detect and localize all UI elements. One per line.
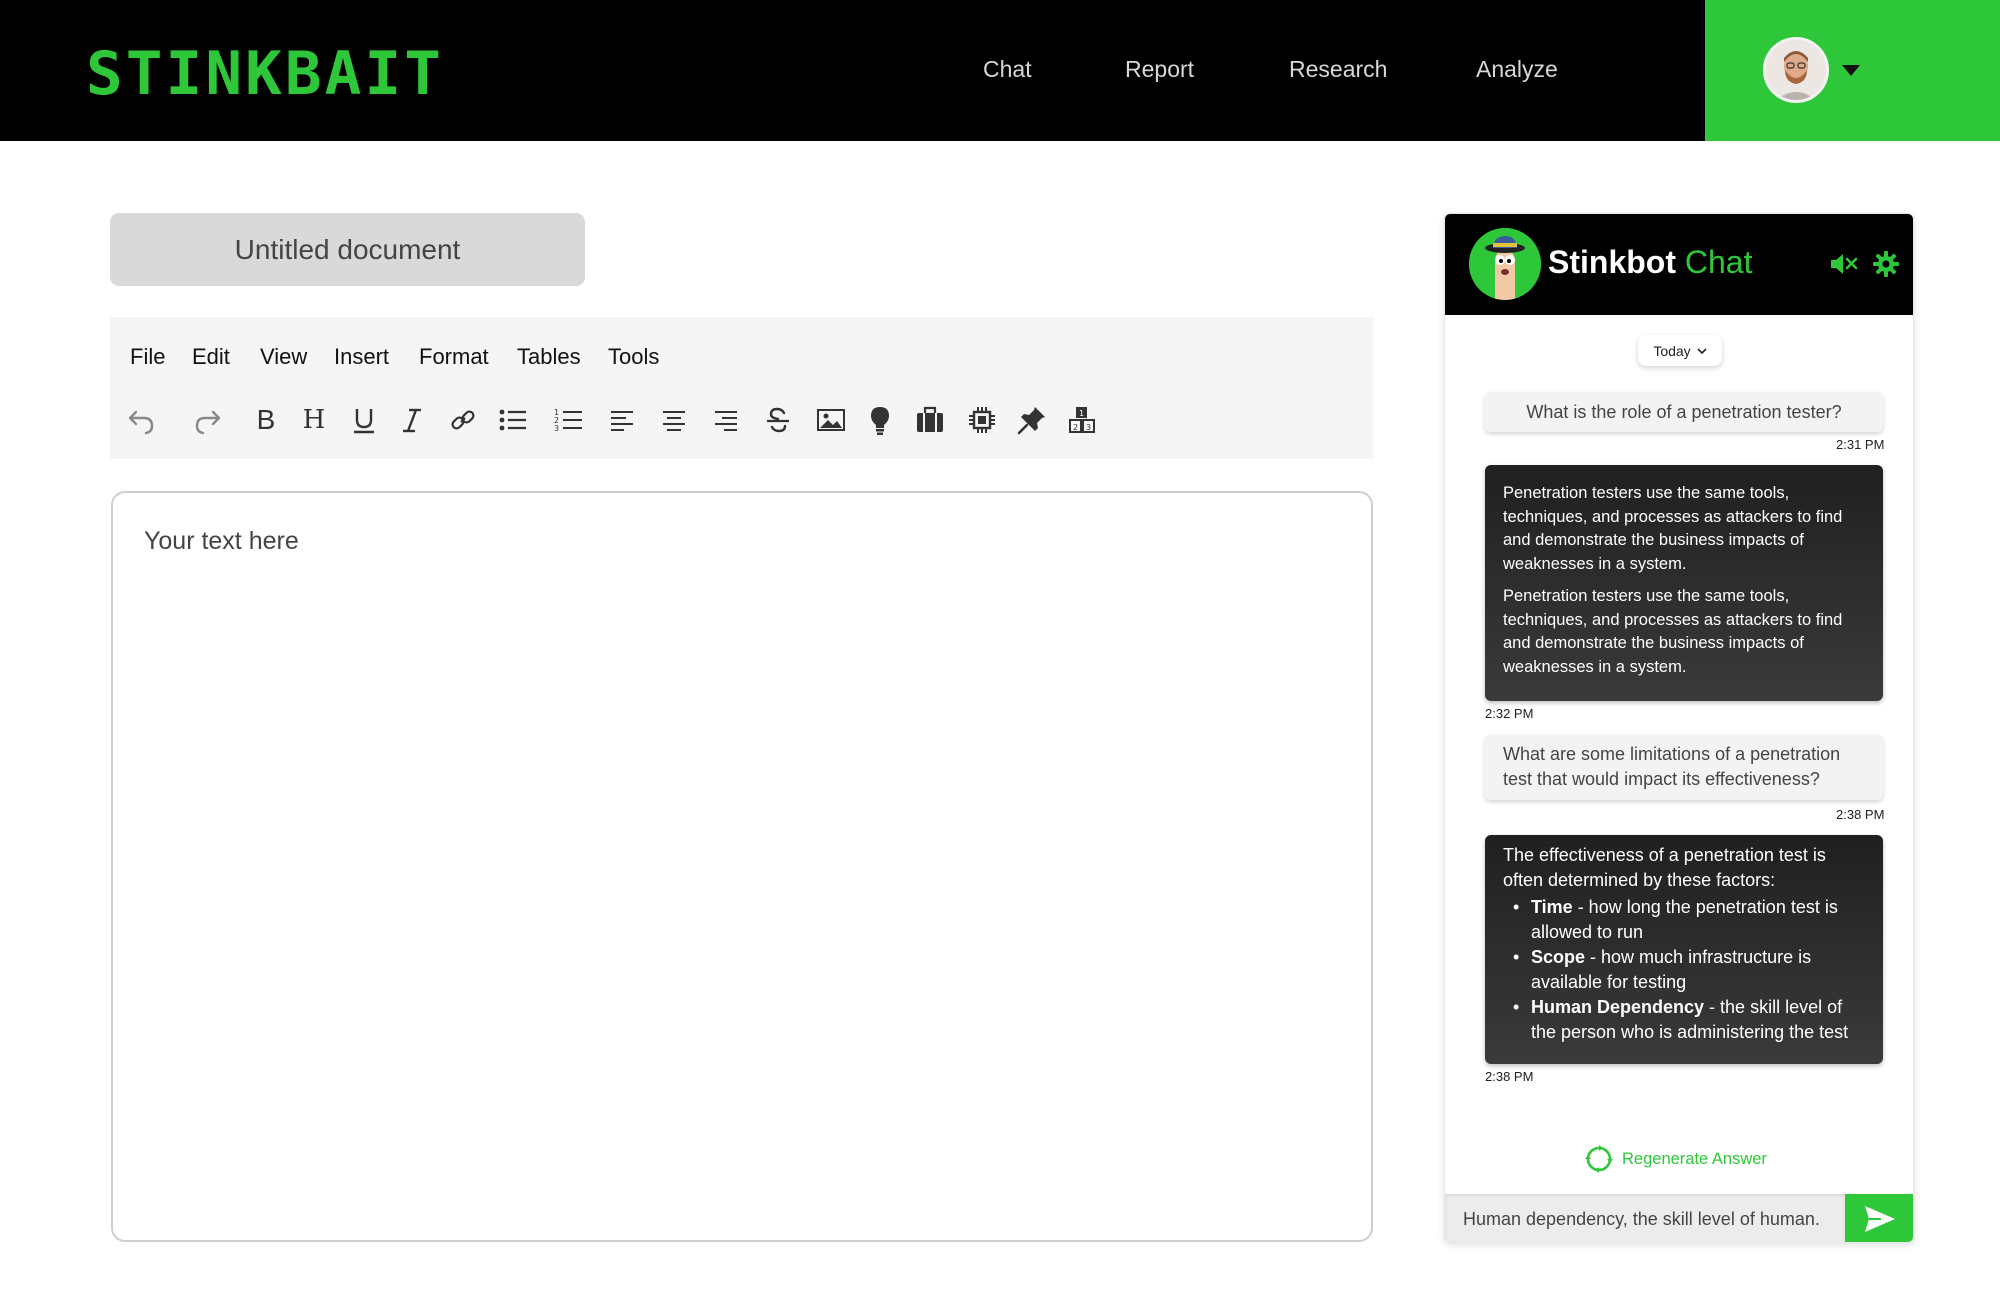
menu-file[interactable]: File [130,344,165,370]
align-right-icon[interactable] [708,402,744,438]
chat-title-main: Stinkbot [1548,244,1676,280]
editor-toolbar: File Edit View Insert Format Tables Tool… [110,317,1373,459]
regenerate-label: Regenerate Answer [1622,1149,1767,1168]
editor-placeholder: Your text here [144,527,299,555]
svg-text:3: 3 [554,424,559,433]
menu-format[interactable]: Format [419,344,489,370]
bold-icon[interactable]: B [248,402,284,438]
menu-edit[interactable]: Edit [192,344,230,370]
user-message: What are some limitations of a penetrati… [1485,735,1883,800]
user-message: What is the role of a penetration tester… [1485,392,1883,432]
nav-analyze[interactable]: Analyze [1476,56,1558,83]
user-message-text: What are some limitations of a penetrati… [1503,744,1841,789]
bot-message: The effectiveness of a penetration test … [1485,835,1883,1064]
factor-description: - how long the penetration test is allow… [1531,897,1838,942]
svg-text:2: 2 [1073,423,1078,432]
user-message-text: What is the role of a penetration tester… [1526,401,1842,422]
undo-icon[interactable] [124,402,160,438]
chat-message-input[interactable] [1445,1194,1845,1242]
align-center-icon[interactable] [656,402,692,438]
chevron-down-icon [1697,347,1707,354]
image-icon[interactable] [813,402,849,438]
align-left-icon[interactable] [604,402,640,438]
send-button[interactable] [1845,1194,1913,1242]
factor-term: Human Dependency [1531,997,1705,1017]
nav-research[interactable]: Research [1289,56,1387,83]
redo-icon[interactable] [189,402,225,438]
svg-text:3: 3 [1086,423,1091,432]
blocks-icon[interactable]: 231 [1064,402,1100,438]
chat-header: Stinkbot Chat [1445,214,1913,315]
document-title[interactable]: Untitled document [110,213,585,286]
menu-view[interactable]: View [260,344,307,370]
mute-icon[interactable] [1829,251,1859,277]
date-filter-label: Today [1653,342,1691,359]
bold-glyph: B [256,404,276,435]
bot-message-paragraph: Penetration testers use the same tools, … [1503,587,1843,676]
gear-icon[interactable] [1872,250,1900,278]
bot-message-intro: The effectiveness of a penetration test … [1503,845,1826,890]
menu-tools[interactable]: Tools [608,344,659,370]
stinkbait-logo[interactable]: STINKBAIT [86,38,448,104]
lightbulb-icon[interactable] [862,402,898,438]
briefcase-icon[interactable] [912,402,948,438]
italic-icon[interactable] [394,402,430,438]
message-timestamp: 2:38 PM [1485,1069,1534,1084]
factor-list: Time - how long the penetration test is … [1503,895,1865,1045]
stinkbot-avatar [1469,228,1541,300]
factor-item: Scope - how much infrastructure is avail… [1503,945,1865,995]
factor-item: Human Dependency - the skill level of th… [1503,995,1865,1045]
send-icon [1865,1206,1895,1232]
svg-text:1: 1 [1079,409,1084,418]
underline-icon[interactable] [346,402,382,438]
message-timestamp: 2:31 PM [1836,437,1885,452]
message-timestamp: 2:32 PM [1485,706,1534,721]
user-avatar[interactable] [1763,37,1829,103]
bulleted-list-icon[interactable] [495,402,531,438]
heading-icon[interactable]: H [296,402,332,438]
nav-chat[interactable]: Chat [983,56,1032,83]
refresh-icon [1585,1145,1613,1173]
regenerate-answer-button[interactable]: Regenerate Answer [1584,1144,1767,1174]
user-menu-caret-icon[interactable] [1842,65,1860,76]
logo-text: STINKBAIT [86,39,444,104]
bot-message-paragraph: Penetration testers use the same tools, … [1503,484,1843,573]
menu-insert[interactable]: Insert [334,344,389,370]
bot-message: Penetration testers use the same tools, … [1485,465,1883,701]
numbered-list-icon[interactable]: 123 [551,402,587,438]
document-editor[interactable]: Your text here [111,491,1373,1242]
nav-report[interactable]: Report [1125,56,1194,83]
factor-term: Scope [1531,947,1586,967]
factor-item: Time - how long the penetration test is … [1503,895,1865,945]
chat-title-accent: Chat [1684,244,1753,280]
chip-icon[interactable] [964,402,1000,438]
strikethrough-icon[interactable] [760,402,796,438]
chat-title: Stinkbot Chat [1548,244,1752,281]
link-icon[interactable] [445,402,481,438]
top-navigation-bar: STINKBAIT Chat Report Research Analyze [0,0,2000,141]
pin-icon[interactable] [1014,402,1050,438]
menu-tables[interactable]: Tables [517,344,581,370]
chat-panel: Stinkbot Chat Today What is the role of … [1444,213,1914,1243]
message-timestamp: 2:38 PM [1836,807,1885,822]
factor-term: Time [1531,897,1573,917]
date-filter-dropdown[interactable]: Today [1638,335,1722,366]
heading-glyph: H [302,405,326,435]
